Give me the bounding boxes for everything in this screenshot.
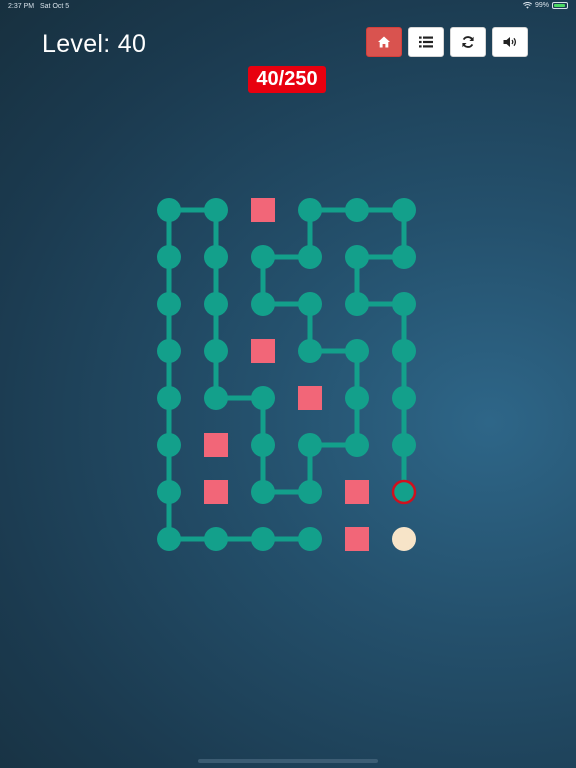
path-node[interactable] bbox=[298, 480, 322, 504]
path-node[interactable] bbox=[392, 433, 416, 457]
path-node[interactable] bbox=[298, 339, 322, 363]
path-node[interactable] bbox=[392, 198, 416, 222]
path-node[interactable] bbox=[251, 292, 275, 316]
path-node[interactable] bbox=[345, 386, 369, 410]
path-node[interactable] bbox=[157, 198, 181, 222]
blocked-cell[interactable] bbox=[204, 433, 228, 457]
path-node[interactable] bbox=[392, 292, 416, 316]
blocked-cell[interactable] bbox=[204, 480, 228, 504]
blocked-cell[interactable] bbox=[345, 480, 369, 504]
path-node[interactable] bbox=[392, 386, 416, 410]
path-node[interactable] bbox=[204, 527, 228, 551]
path-node[interactable] bbox=[298, 527, 322, 551]
path-node[interactable] bbox=[157, 480, 181, 504]
path-node[interactable] bbox=[345, 245, 369, 269]
path-node[interactable] bbox=[204, 339, 228, 363]
puzzle-board[interactable] bbox=[0, 0, 576, 768]
path-node[interactable] bbox=[157, 339, 181, 363]
start-node[interactable] bbox=[392, 527, 416, 551]
path-node[interactable] bbox=[204, 245, 228, 269]
path-node[interactable] bbox=[345, 433, 369, 457]
blocked-cell[interactable] bbox=[251, 198, 275, 222]
path-node[interactable] bbox=[157, 527, 181, 551]
path-node[interactable] bbox=[392, 245, 416, 269]
path-node[interactable] bbox=[345, 198, 369, 222]
path-node[interactable] bbox=[251, 433, 275, 457]
blocked-cell[interactable] bbox=[298, 386, 322, 410]
path-node[interactable] bbox=[251, 480, 275, 504]
blocked-cell[interactable] bbox=[345, 527, 369, 551]
path-node[interactable] bbox=[298, 433, 322, 457]
path-node[interactable] bbox=[298, 198, 322, 222]
path-node[interactable] bbox=[251, 527, 275, 551]
path-node[interactable] bbox=[392, 339, 416, 363]
path-node[interactable] bbox=[204, 386, 228, 410]
path-node[interactable] bbox=[251, 386, 275, 410]
blocked-cell[interactable] bbox=[251, 339, 275, 363]
path-node[interactable] bbox=[157, 292, 181, 316]
path-node[interactable] bbox=[345, 339, 369, 363]
path-node[interactable] bbox=[204, 198, 228, 222]
path-node[interactable] bbox=[157, 433, 181, 457]
path-node[interactable] bbox=[157, 386, 181, 410]
path-node[interactable] bbox=[157, 245, 181, 269]
current-node[interactable] bbox=[391, 479, 417, 505]
path-node[interactable] bbox=[298, 292, 322, 316]
home-indicator bbox=[198, 759, 378, 763]
path-node[interactable] bbox=[345, 292, 369, 316]
path-node[interactable] bbox=[298, 245, 322, 269]
path-node[interactable] bbox=[204, 292, 228, 316]
path-node[interactable] bbox=[251, 245, 275, 269]
